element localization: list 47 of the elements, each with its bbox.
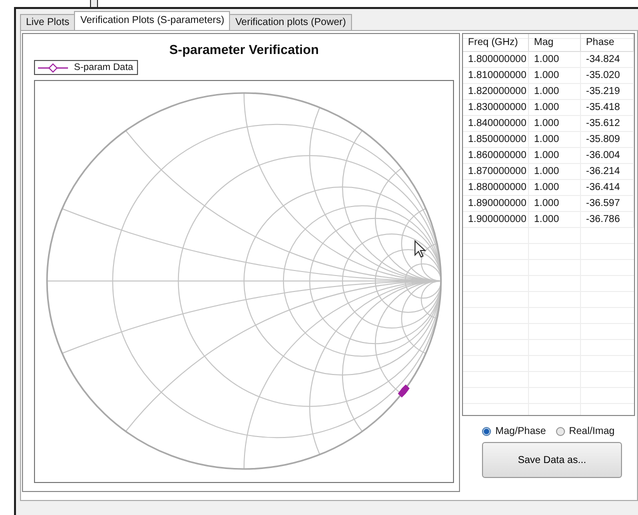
table-cell: 1.000 (529, 148, 581, 164)
table-cell: 1.890000000 (463, 196, 529, 212)
table-cell: 1.000 (529, 100, 581, 116)
table-cell: -36.414 (581, 180, 634, 196)
table-cell: 1.870000000 (463, 164, 529, 180)
table-cell: 1.000 (529, 52, 581, 68)
splitter-handle[interactable] (90, 0, 98, 7)
column-header[interactable]: Phase (581, 34, 634, 52)
cursor-icon (414, 240, 426, 258)
table-cell: -35.219 (581, 84, 634, 100)
table-cell: 1.000 (529, 68, 581, 84)
table-cell: -35.612 (581, 116, 634, 132)
radio-option[interactable]: Real/Imag (556, 426, 615, 437)
table-cell: 1.880000000 (463, 180, 529, 196)
column-header[interactable]: Freq (GHz) (463, 34, 529, 52)
table-cell: 1.860000000 (463, 148, 529, 164)
radio-option[interactable]: Mag/Phase (482, 426, 546, 437)
table-cell: 1.840000000 (463, 116, 529, 132)
tab[interactable]: Live Plots (20, 14, 76, 30)
table-cell: 1.820000000 (463, 84, 529, 100)
table-cell: 1.000 (529, 196, 581, 212)
column-header[interactable]: Mag (529, 34, 581, 52)
table-cell: 1.830000000 (463, 100, 529, 116)
table-cell: 1.000 (529, 164, 581, 180)
table-cell: 1.850000000 (463, 132, 529, 148)
table-cell: 1.800000000 (463, 52, 529, 68)
table-cell: -36.786 (581, 212, 634, 228)
table-cell: 1.000 (529, 180, 581, 196)
table-cell: -35.418 (581, 100, 634, 116)
tab[interactable]: Verification Plots (S-parameters) (74, 11, 230, 30)
table-cell: 1.000 (529, 132, 581, 148)
table-cell: -36.597 (581, 196, 634, 212)
chart-title: S-parameter Verification (168, 42, 320, 59)
table-cell: -35.809 (581, 132, 634, 148)
table-cell: -36.004 (581, 148, 634, 164)
tab[interactable]: Verification plots (Power) (229, 14, 352, 30)
legend-label: S-param Data (74, 62, 134, 73)
table-cell: 1.000 (529, 116, 581, 132)
table-cell: 1.000 (529, 84, 581, 100)
table-cell: 1.000 (529, 212, 581, 228)
table-cell: 1.900000000 (463, 212, 529, 228)
table-cell: -34.824 (581, 52, 634, 68)
table-cell: -36.214 (581, 164, 634, 180)
save-button[interactable]: Save Data as... (482, 442, 622, 478)
data-markers (398, 384, 410, 398)
table-cell: -35.020 (581, 68, 634, 84)
table-cell: 1.810000000 (463, 68, 529, 84)
